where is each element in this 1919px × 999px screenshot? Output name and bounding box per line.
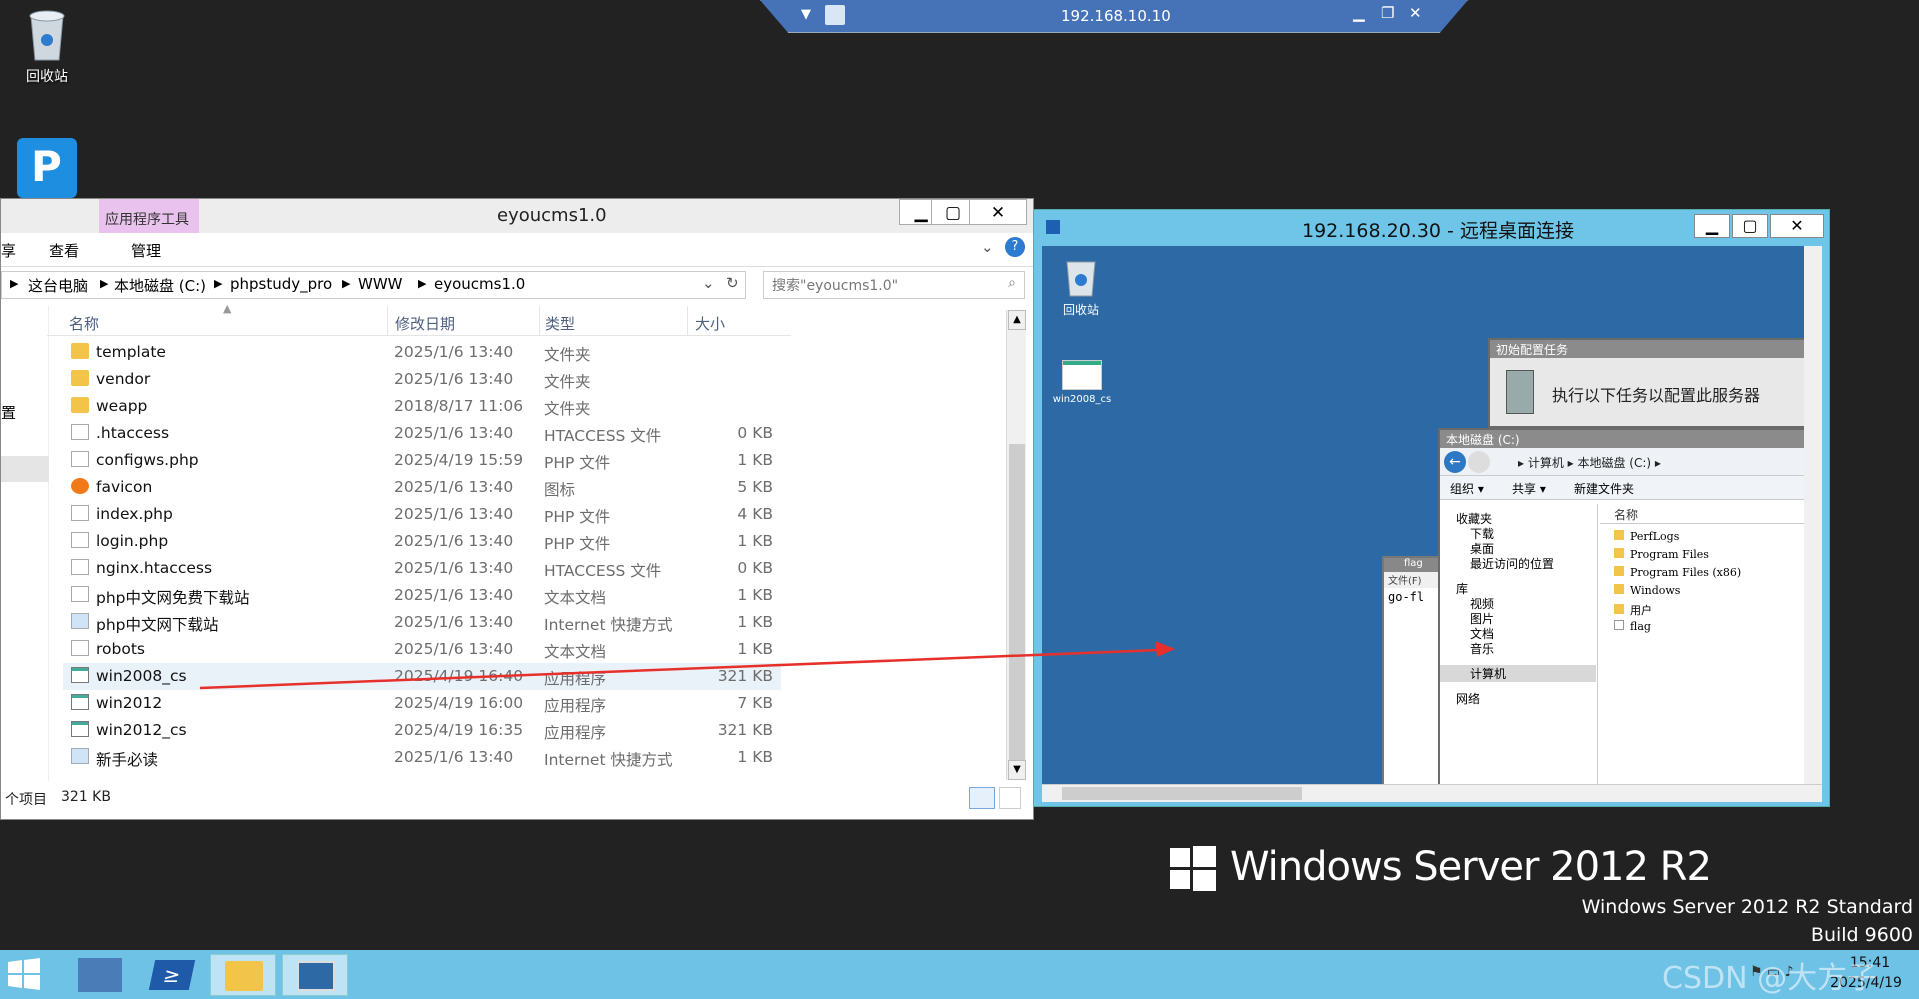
taskbar-remote-desktop[interactable]	[282, 954, 348, 996]
csdn-watermark: CSDN @大方子	[1662, 961, 1878, 996]
folder-icon	[225, 961, 263, 991]
remote-desktop-icon	[297, 961, 335, 991]
taskbar-powershell[interactable]: ≥	[140, 954, 206, 996]
taskbar-server-manager[interactable]	[68, 954, 134, 996]
edition-text: Windows Server 2012 R2 Standard	[1581, 896, 1913, 918]
windows-start-icon	[8, 958, 40, 990]
taskbar: ≥ ⚑ ▭ ♪ 15:41 2025/4/19 CSDN @大方子	[0, 950, 1919, 999]
taskbar-file-explorer[interactable]	[210, 954, 276, 996]
server-manager-icon	[78, 958, 122, 992]
desktop: 回收站 P ▼ 192.168.10.10 ▁ ❐ ✕ 应用程序工具 eyouc…	[0, 0, 1919, 999]
arrow-line	[199, 648, 1161, 690]
build-text: Build 9600	[1810, 924, 1913, 946]
powershell-icon: ≥	[148, 960, 196, 990]
windows-server-logo-text: Windows Server 2012 R2	[1230, 844, 1712, 890]
windows-logo-icon	[1170, 846, 1216, 891]
start-button[interactable]	[4, 954, 56, 996]
arrow-head	[1155, 641, 1175, 657]
